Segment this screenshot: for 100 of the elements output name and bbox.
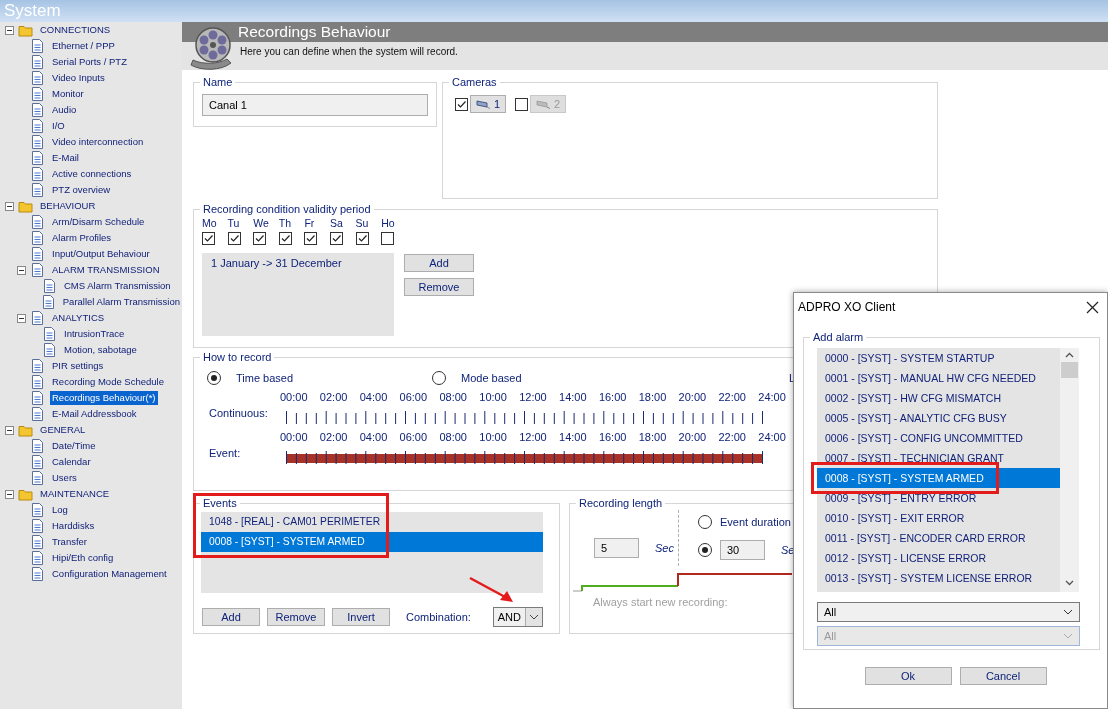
tree-item[interactable]: Ethernet / PPP (50, 39, 117, 53)
list-item[interactable]: 0009 - [SYST] - ENTRY ERROR (817, 488, 1060, 508)
ruler-label: Event: (209, 446, 242, 459)
period-button[interactable]: Remove (404, 278, 474, 296)
combination-dropdown[interactable]: AND (492, 607, 543, 627)
document-icon (31, 311, 44, 325)
tree-item[interactable]: Recordings Behaviour(*) (50, 391, 158, 405)
list-item[interactable]: 0005 - [SYST] - ANALYTIC CFG BUSY (817, 408, 1060, 428)
event-button[interactable]: Remove (267, 608, 325, 626)
list-item[interactable]: 0013 - [SYST] - SYSTEM LICENSE ERROR (817, 568, 1060, 588)
list-item[interactable]: 1 January -> 31 December (202, 253, 394, 269)
time-label: 16:00 (598, 431, 627, 445)
tree-item[interactable]: Motion, sabotage (62, 343, 139, 357)
tree-item[interactable]: E-Mail (50, 151, 81, 165)
collapse-toggle[interactable] (5, 201, 14, 211)
dropdown[interactable]: All (817, 602, 1080, 622)
tree-item[interactable]: Video Inputs (50, 71, 107, 85)
tree-item[interactable]: Alarm Profiles (50, 231, 114, 245)
tree-item[interactable]: E-Mail Addressbook (50, 407, 139, 421)
tree-item[interactable]: Arm/Disarm Schedule (50, 215, 147, 229)
tree-item[interactable]: GENERAL (38, 423, 88, 437)
checkbox[interactable] (227, 232, 241, 245)
tree-item[interactable]: Recording Mode Schedule (50, 375, 166, 389)
time-label: 08:00 (439, 431, 467, 445)
list-item[interactable]: 0008 - [SYST] - SYSTEM ARMED (817, 468, 1060, 488)
tree-item[interactable]: Calendar (50, 455, 93, 469)
scrollbar-thumb[interactable] (1061, 362, 1078, 378)
close-icon[interactable] (1086, 300, 1099, 314)
tree-item[interactable]: Audio (50, 103, 79, 117)
seconds-field[interactable]: 30 (720, 540, 765, 560)
radio-button[interactable] (432, 371, 446, 385)
day-label: Tu (227, 217, 241, 229)
tree-item[interactable]: Configuration Management (50, 567, 169, 581)
seconds-field[interactable]: 5 (594, 538, 639, 558)
checkbox[interactable] (455, 97, 468, 111)
checkbox[interactable] (329, 232, 343, 245)
tree-item[interactable]: MAINTENANCE (38, 487, 112, 501)
dialog-button[interactable]: Ok (864, 667, 952, 685)
checkbox[interactable] (304, 232, 318, 245)
event-button[interactable]: Add (202, 608, 260, 626)
list-item[interactable]: 0010 - [SYST] - EXIT ERROR (817, 508, 1060, 528)
event-button[interactable]: Invert (332, 608, 390, 626)
radio-button[interactable] (698, 515, 712, 529)
tree-item[interactable]: Hipi/Eth config (50, 551, 116, 565)
tree-item[interactable]: Parallel Alarm Transmission (60, 295, 182, 309)
window-title: System (0, 0, 1108, 22)
chevron-up-icon[interactable] (1065, 352, 1074, 358)
tree-item[interactable]: Transfer (50, 535, 90, 549)
collapse-toggle[interactable] (17, 265, 26, 275)
tree-item[interactable]: CMS Alarm Transmission (62, 279, 173, 293)
checkbox[interactable] (381, 232, 395, 245)
tree-item[interactable]: BEHAVIOUR (38, 199, 98, 213)
camera-button[interactable]: 1 (470, 95, 506, 113)
dialog-button[interactable]: Cancel (959, 667, 1047, 685)
tree-item[interactable]: Video interconnection (50, 135, 146, 149)
scrollbar[interactable] (1060, 348, 1079, 592)
tree-item[interactable]: Users (50, 471, 79, 485)
list-item[interactable]: 0006 - [SYST] - CONFIG UNCOMMITTED (817, 428, 1060, 448)
tree-item[interactable]: Log (50, 503, 70, 517)
list-item[interactable]: 0001 - [SYST] - MANUAL HW CFG NEEDED (817, 368, 1060, 388)
tree-item[interactable]: Monitor (50, 87, 86, 101)
tree-item[interactable]: IntrusionTrace (62, 327, 127, 341)
time-ruler[interactable] (286, 450, 764, 465)
time-label: 00:00 (280, 431, 308, 445)
tree-item[interactable]: Date/Time (50, 439, 98, 453)
chevron-down-icon[interactable] (1065, 580, 1074, 586)
time-label: 02:00 (319, 391, 348, 405)
radio-button[interactable] (698, 543, 712, 557)
name-field[interactable]: Canal 1 (202, 94, 428, 116)
collapse-toggle[interactable] (5, 25, 14, 35)
tree-item[interactable]: ANALYTICS (50, 311, 107, 325)
tree-item[interactable]: Input/Output Behaviour (50, 247, 152, 261)
tree-item[interactable]: Harddisks (50, 519, 97, 533)
collapse-toggle[interactable] (17, 313, 26, 323)
checkbox[interactable] (278, 232, 292, 245)
document-icon (43, 343, 56, 357)
day-label: Th (278, 217, 293, 229)
tree-item[interactable]: PTZ overview (50, 183, 113, 197)
time-label: 06:00 (399, 391, 428, 405)
checkbox[interactable] (355, 232, 369, 245)
time-ruler[interactable] (286, 410, 764, 425)
list-item[interactable]: 0011 - [SYST] - ENCODER CARD ERROR (817, 528, 1060, 548)
radio-button[interactable] (207, 371, 221, 385)
checkbox[interactable] (202, 232, 215, 245)
list-item[interactable]: 0000 - [SYST] - SYSTEM STARTUP (817, 348, 1060, 368)
list-item[interactable]: 1048 - [REAL] - CAM01 PERIMETER (201, 512, 543, 532)
tree-item[interactable]: Active connections (50, 167, 134, 181)
collapse-toggle[interactable] (5, 425, 14, 435)
tree-item[interactable]: CONNECTIONS (38, 23, 113, 37)
tree-item[interactable]: PIR settings (50, 359, 106, 373)
checkbox[interactable] (253, 232, 267, 245)
tree-item[interactable]: ALARM TRANSMISSION (50, 263, 162, 277)
list-item[interactable]: 0002 - [SYST] - HW CFG MISMATCH (817, 388, 1060, 408)
list-item[interactable]: 0008 - [SYST] - SYSTEM ARMED (201, 532, 543, 552)
tree-item[interactable]: Serial Ports / PTZ (50, 55, 129, 69)
day-label: Su (355, 217, 370, 229)
tree-item[interactable]: I/O (50, 119, 67, 133)
period-button[interactable]: Add (404, 254, 474, 272)
collapse-toggle[interactable] (5, 489, 14, 499)
list-item[interactable]: 0012 - [SYST] - LICENSE ERROR (817, 548, 1060, 568)
